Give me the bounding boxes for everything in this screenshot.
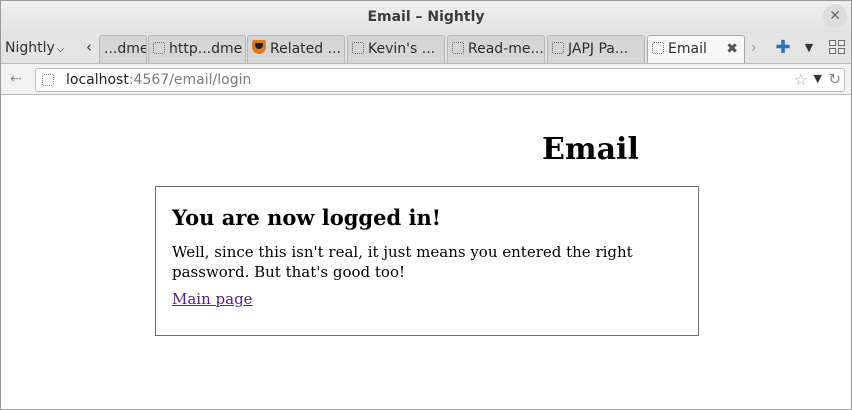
tab-label: Email [668,41,707,57]
tab-readme-1[interactable]: ...dme [99,35,147,63]
list-all-tabs-chevron-icon[interactable]: ▼ [801,38,817,58]
back-arrow-icon[interactable]: ⇠ [7,70,25,88]
tab-close-icon[interactable]: ✖ [726,36,738,62]
nightly-menu-label: Nightly [5,40,55,56]
navigation-bar: ⇠ localhost:4567/email/login ☆ ▼ ↻ [1,63,851,95]
login-status-box: You are now logged in! Well, since this … [155,186,699,336]
bookmark-star-icon[interactable]: ☆ [794,70,808,89]
tab-bar: Nightly ⌵ ‹ ...dme http...dme Related ...… [1,33,851,63]
tab-label: JAPJ Pa... [568,41,629,57]
reload-icon[interactable]: ↻ [828,70,841,88]
login-status-heading: You are now logged in! [172,205,441,230]
blank-page-icon [552,42,564,54]
page-title: Email [542,132,639,167]
new-tab-plus-icon[interactable]: ✚ [775,38,791,58]
url-bar[interactable]: localhost:4567/email/login ☆ ▼ ↻ [35,68,845,92]
page-content: Email You are now logged in! Well, since… [1,96,851,409]
login-status-message: Well, since this isn't real, it just mea… [172,243,633,281]
url-history-dropdown-icon[interactable]: ▼ [814,72,822,85]
blank-page-icon [652,42,664,54]
window-close-button[interactable]: ✕ [823,4,847,28]
browser-window: Email – Nightly ✕ Nightly ⌵ ‹ ...dme http… [0,0,852,410]
tab-readme-2[interactable]: http...dme [148,35,246,63]
chevron-down-icon: ⌵ [56,44,65,55]
tab-read-me[interactable]: Read-me... [447,35,545,63]
tab-label: Kevin's ... [368,41,436,57]
blank-page-icon [42,74,54,86]
nightly-menu-button[interactable]: Nightly ⌵ [5,38,64,58]
window-title: Email – Nightly [367,9,485,25]
tabs-scroll-right-icon[interactable]: › [751,38,765,58]
tab-label: ...dme [104,41,147,57]
blank-page-icon [153,42,165,54]
tab-kevins[interactable]: Kevin's ... [347,35,445,63]
blank-page-icon [452,42,464,54]
shield-icon [252,40,266,54]
tab-related[interactable]: Related ... [247,35,345,63]
tab-label: Read-me... [468,41,544,57]
tab-groups-icon[interactable] [829,40,847,56]
tab-japj[interactable]: JAPJ Pa... [547,35,645,63]
url-path: :4567/email/login [128,72,252,88]
titlebar: Email – Nightly ✕ [1,1,851,33]
tab-label: Related ... [270,41,341,57]
url-text[interactable]: localhost:4567/email/login [66,72,251,88]
blank-page-icon [352,42,364,54]
tab-label: http...dme [169,41,243,57]
url-host: localhost [66,72,129,88]
main-page-link[interactable]: Main page [172,290,253,308]
tabs-scroll-left-icon[interactable]: ‹ [81,37,97,57]
tab-email[interactable]: Email ✖ [647,35,745,63]
